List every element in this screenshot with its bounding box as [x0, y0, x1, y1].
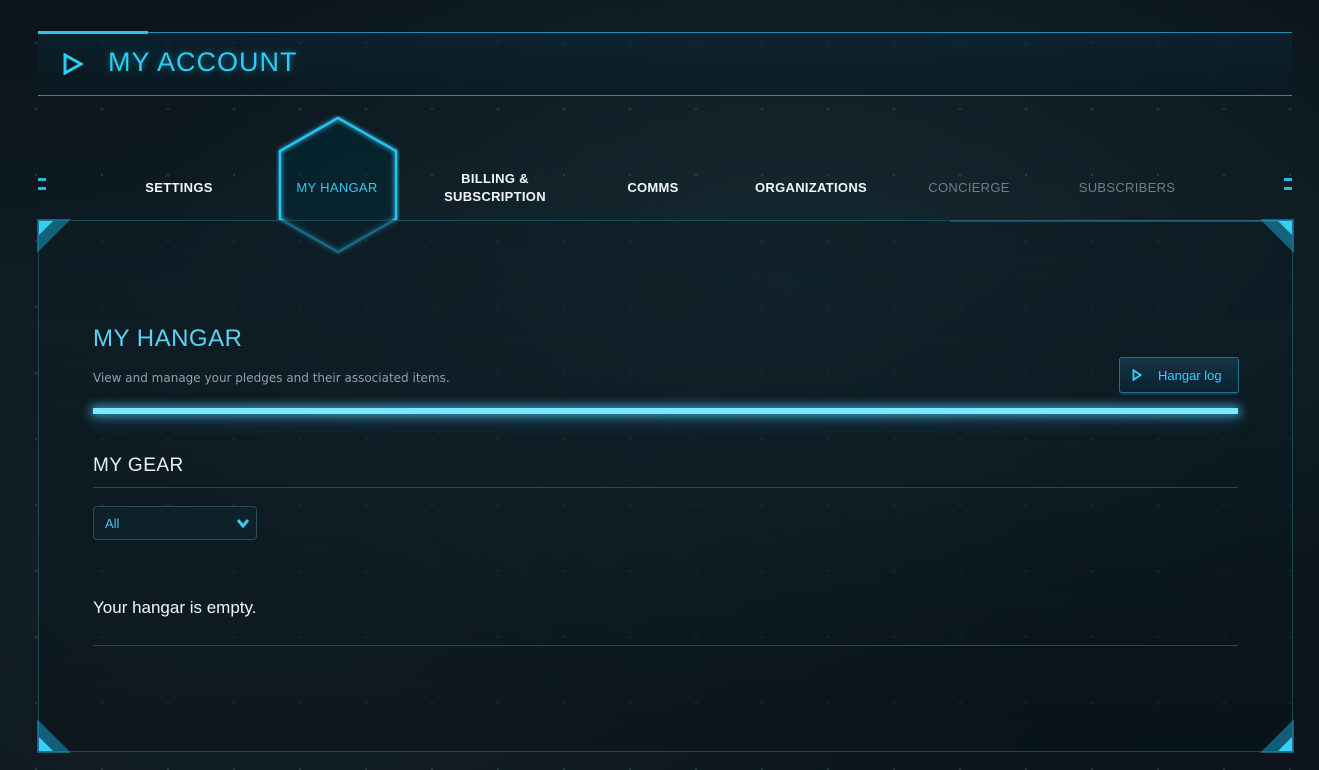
account-tabs: SETTINGS MY HANGAR BILLING & SUBSCRIPTIO… [38, 116, 1292, 254]
tab-billing-subscription[interactable]: BILLING & SUBSCRIPTION [425, 160, 565, 215]
play-icon [1132, 369, 1142, 381]
empty-hangar-message: Your hangar is empty. [93, 598, 257, 617]
tab-settings[interactable]: SETTINGS [109, 160, 249, 215]
play-icon [63, 53, 84, 75]
panel-corner-icon [1260, 719, 1294, 753]
panel-corner-icon [1260, 219, 1294, 253]
hangar-log-button[interactable]: Hangar log [1119, 357, 1239, 393]
tab-comms[interactable]: COMMS [583, 160, 723, 215]
tab-subscribers[interactable]: SUBSCRIBERS [1057, 160, 1197, 215]
hangar-subtitle: View and manage your pledges and their a… [93, 371, 450, 385]
panel-corner-icon [37, 719, 71, 753]
hangar-title: MY HANGAR [93, 325, 243, 352]
account-header: MY ACCOUNT [38, 31, 1292, 96]
hangar-log-label: Hangar log [1158, 367, 1222, 383]
tab-concierge[interactable]: CONCIERGE [899, 160, 1039, 215]
tab-rail-left [38, 178, 46, 190]
page-title: MY ACCOUNT [108, 47, 298, 77]
gear-divider [93, 487, 1238, 488]
section-glow-divider [93, 408, 1238, 414]
tab-my-hangar[interactable]: MY HANGAR [267, 160, 407, 215]
empty-divider [93, 645, 1238, 646]
chevron-down-icon [236, 519, 250, 529]
tab-rail-right [1284, 178, 1292, 190]
tab-organizations[interactable]: ORGANIZATIONS [741, 160, 881, 215]
hangar-panel: MY HANGAR View and manage your pledges a… [37, 219, 1294, 753]
gear-title: MY GEAR [93, 455, 184, 476]
panel-corner-icon [37, 219, 71, 253]
gear-filter-select[interactable]: All [93, 506, 257, 540]
header-accent-line [38, 31, 148, 34]
gear-filter-value: All [105, 516, 120, 531]
